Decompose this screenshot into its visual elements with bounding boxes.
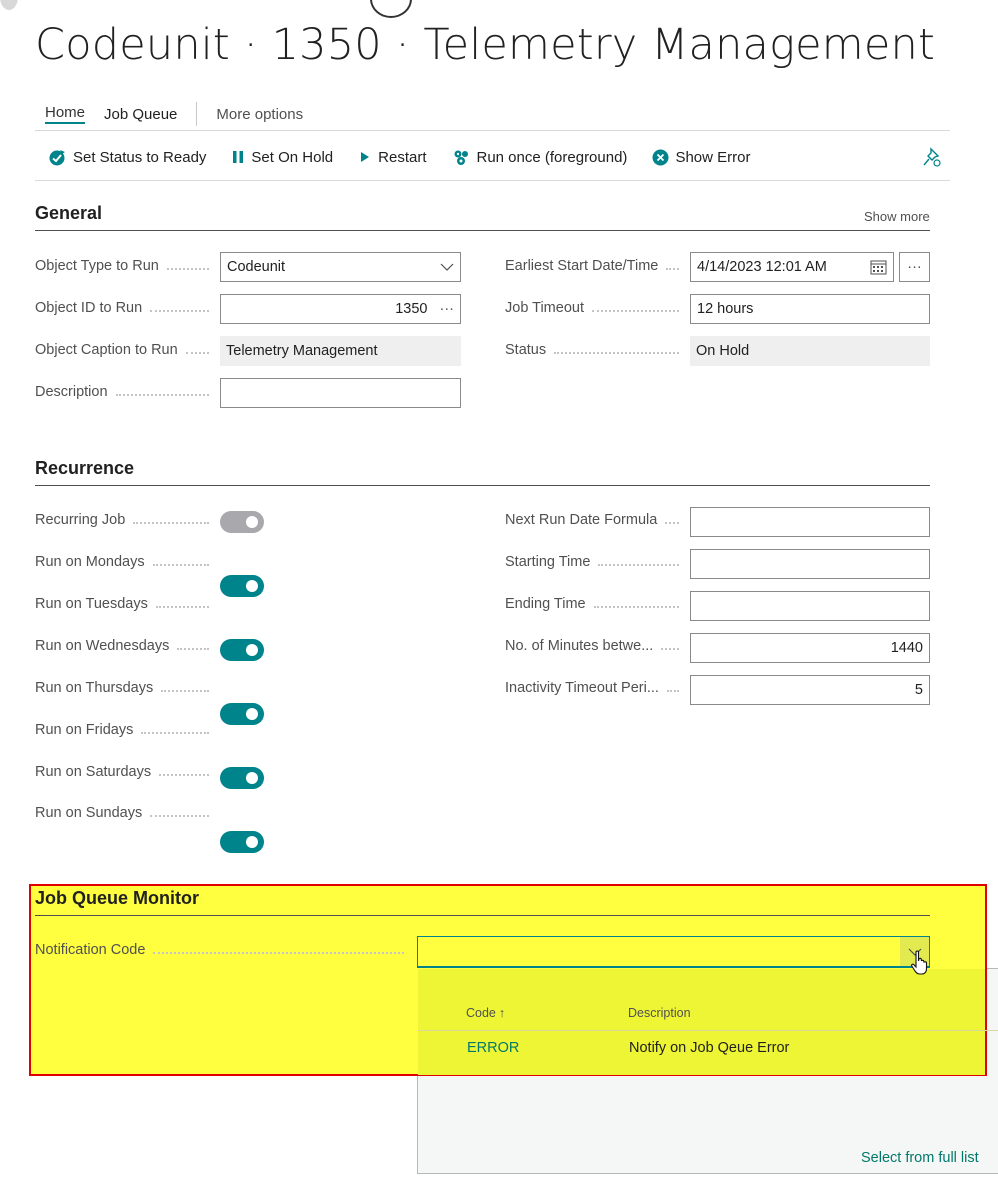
show-error-label: Show Error xyxy=(675,148,751,166)
status-field: On Hold xyxy=(690,336,930,366)
ending-time-label: Ending Time xyxy=(505,596,685,612)
notification-code-input[interactable] xyxy=(417,936,930,968)
recurrence-toggle-switch[interactable] xyxy=(220,575,264,597)
recurrence-toggle-label: Run on Thursdays xyxy=(35,680,215,696)
next-run-input[interactable] xyxy=(690,507,930,537)
next-run-label: Next Run Date Formula xyxy=(505,512,685,528)
ending-time-input[interactable] xyxy=(690,591,930,621)
job-queue-monitor-title: Job Queue Monitor xyxy=(35,888,199,908)
show-more-link[interactable]: Show more xyxy=(864,209,930,224)
toggle-knob xyxy=(246,772,258,784)
recurrence-section-rule xyxy=(35,485,930,486)
earliest-start-field[interactable]: 4/14/2023 12:01 AM xyxy=(690,252,894,282)
recurrence-toggle-label: Recurring Job xyxy=(35,512,215,528)
dropdown-header-description[interactable]: Description xyxy=(628,1006,691,1020)
earliest-start-label: Earliest Start Date/Time xyxy=(505,258,685,274)
job-timeout-field[interactable]: 12 hours xyxy=(690,294,930,324)
notification-code-label: Notification Code xyxy=(35,942,410,958)
toggle-knob xyxy=(246,644,258,656)
action-bar: Set Status to Ready Set On Hold Restart … xyxy=(48,146,775,168)
hand-cursor-icon xyxy=(910,950,932,981)
dropdown-row[interactable]: ERROR Notify on Job Qeue Error xyxy=(418,1031,998,1065)
set-on-hold-button[interactable]: Set On Hold xyxy=(231,149,333,166)
set-status-ready-button[interactable]: Set Status to Ready xyxy=(48,148,206,167)
dropdown-header-code[interactable]: Code ↑ xyxy=(466,1006,505,1020)
chevron-down-icon xyxy=(440,263,454,271)
object-type-select[interactable]: Codeunit xyxy=(220,252,461,282)
minutes-between-label: No. of Minutes betwe... xyxy=(505,638,685,654)
recurrence-toggle-label: Run on Wednesdays xyxy=(35,638,215,654)
general-section-title: General xyxy=(35,203,103,223)
tab-home[interactable]: Home xyxy=(45,104,86,124)
play-icon xyxy=(361,152,370,162)
object-type-value: Codeunit xyxy=(227,259,286,275)
description-input[interactable] xyxy=(220,378,461,408)
earliest-start-more-button[interactable]: ··· xyxy=(899,252,930,282)
show-error-button[interactable]: Show Error xyxy=(652,149,750,166)
toggle-knob xyxy=(246,580,258,592)
page-title: Codeunit · 1350 · Telemetry Management xyxy=(35,20,936,70)
recurrence-toggle-label: Run on Fridays xyxy=(35,722,215,738)
object-id-lookup-icon[interactable]: ··· xyxy=(440,301,455,317)
object-id-field[interactable]: 1350 ··· xyxy=(220,294,461,324)
recurrence-toggle-label: Run on Saturdays xyxy=(35,764,215,780)
starting-time-label: Starting Time xyxy=(505,554,685,570)
calendar-icon[interactable] xyxy=(870,259,887,275)
object-caption-label: Object Caption to Run xyxy=(35,342,215,358)
action-tabs: Home Job Queue More options xyxy=(45,102,322,126)
run-once-button[interactable]: Run once (foreground) xyxy=(452,148,628,167)
recurrence-toggle-switch[interactable] xyxy=(220,511,264,533)
recurrence-toggle-switch[interactable] xyxy=(220,639,264,661)
general-section-rule xyxy=(35,230,930,231)
pause-icon xyxy=(233,151,244,163)
recurrence-section-title: Recurrence xyxy=(35,458,135,478)
object-id-label: Object ID to Run xyxy=(35,300,215,316)
recurrence-toggle-switch[interactable] xyxy=(220,831,264,853)
recurrence-toggle-switch[interactable] xyxy=(220,767,264,789)
set-on-hold-label: Set On Hold xyxy=(251,148,334,166)
restart-label: Restart xyxy=(378,148,427,166)
inactivity-timeout-input[interactable]: 5 xyxy=(690,675,930,705)
run-once-label: Run once (foreground) xyxy=(476,148,628,166)
dropdown-row-code[interactable]: ERROR xyxy=(467,1040,519,1056)
sort-ascending-icon: ↑ xyxy=(498,1006,506,1020)
tab-job-queue[interactable]: Job Queue xyxy=(104,106,177,123)
toggle-knob xyxy=(246,836,258,848)
set-status-ready-label: Set Status to Ready xyxy=(73,148,207,166)
actions-divider xyxy=(35,180,950,181)
earliest-start-value: 4/14/2023 12:01 AM xyxy=(697,259,827,275)
starting-time-input[interactable] xyxy=(690,549,930,579)
monitor-section-rule xyxy=(35,915,930,916)
object-caption-field: Telemetry Management xyxy=(220,336,461,366)
tab-separator xyxy=(196,102,198,126)
description-label: Description xyxy=(35,384,215,400)
toggle-knob xyxy=(246,516,258,528)
run-once-icon xyxy=(454,150,468,165)
recurrence-toggle-switch[interactable] xyxy=(220,703,264,725)
minutes-between-input[interactable]: 1440 xyxy=(690,633,930,663)
restart-button[interactable]: Restart xyxy=(358,148,427,166)
inactivity-timeout-label: Inactivity Timeout Peri... xyxy=(505,680,685,696)
error-icon xyxy=(652,149,669,165)
recurrence-toggle-label: Run on Sundays xyxy=(35,805,215,821)
recurrence-toggle-label: Run on Mondays xyxy=(35,554,215,570)
object-type-label: Object Type to Run xyxy=(35,258,215,274)
pin-icon[interactable] xyxy=(922,146,942,173)
select-from-full-list-link[interactable]: Select from full list xyxy=(861,1150,979,1166)
job-timeout-label: Job Timeout xyxy=(505,300,685,316)
status-label: Status xyxy=(505,342,685,358)
tabs-divider xyxy=(35,130,950,131)
tab-more-options[interactable]: More options xyxy=(216,106,303,123)
dropdown-row-description: Notify on Job Qeue Error xyxy=(629,1040,790,1056)
toggle-knob xyxy=(246,708,258,720)
recurrence-toggle-label: Run on Tuesdays xyxy=(35,596,215,612)
object-id-value: 1350 xyxy=(395,301,428,317)
set-status-ready-icon xyxy=(49,149,65,165)
